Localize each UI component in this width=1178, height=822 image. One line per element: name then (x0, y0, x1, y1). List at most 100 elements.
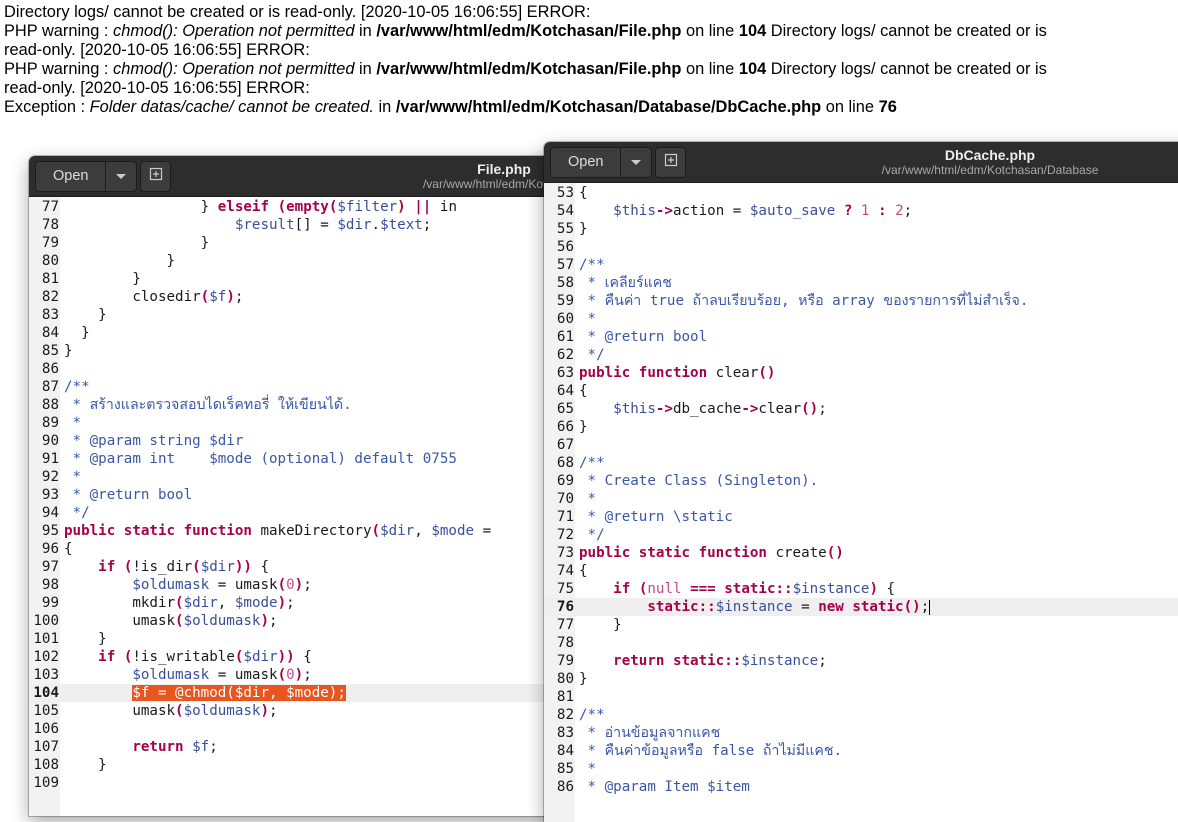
open-button[interactable]: Open (550, 147, 653, 178)
code-line[interactable]: 99 mkdir($dir, $mode); (29, 594, 629, 612)
code-line[interactable]: 82 /** (544, 706, 1178, 724)
code-line[interactable]: 85 * (544, 760, 1178, 778)
chevron-down-icon[interactable] (106, 173, 136, 180)
code-line[interactable]: 55} (544, 220, 1178, 238)
code-line[interactable]: 54 $this->action = $auto_save ? 1 : 2; (544, 202, 1178, 220)
code-line[interactable]: 86 * @param Item $item (544, 778, 1178, 796)
code-line[interactable]: 83 } (29, 306, 629, 324)
line-number: 82 (556, 707, 574, 723)
code-line[interactable]: 96 { (29, 540, 629, 558)
code-line[interactable]: 90 * @param string $dir (29, 432, 629, 450)
code-line[interactable]: 70 * (544, 490, 1178, 508)
code-line[interactable]: 74 { (544, 562, 1178, 580)
code-line[interactable]: 78 $result[] = $dir.$text; (29, 216, 629, 234)
error-log-segment: 76 (878, 98, 897, 116)
code-text: closedir($f); (64, 288, 243, 306)
code-line[interactable]: 81 (544, 688, 1178, 706)
code-line[interactable]: 103 $oldumask = umask(0); (29, 666, 629, 684)
code-line[interactable]: 89 * (29, 414, 629, 432)
code-line[interactable]: 68 /** (544, 454, 1178, 472)
code-line[interactable]: 108 } (29, 756, 629, 774)
code-line[interactable]: 77 } elseif (empty($filter) || in (29, 198, 629, 216)
code-line[interactable]: 91 * @param int $mode (optional) default… (29, 450, 629, 468)
code-line[interactable]: 63 public function clear() (544, 364, 1178, 382)
code-line[interactable]: 97 if (!is_dir($dir)) { (29, 558, 629, 576)
code-line[interactable]: 106 (29, 720, 629, 738)
code-token: } (64, 325, 90, 341)
code-line[interactable]: 92 * (29, 468, 629, 486)
dbcache-php-editor-window[interactable]: Open DbCache.php /var/www/html/edm/Kotch… (544, 142, 1178, 822)
line-number: 103 (33, 667, 59, 683)
code-line[interactable]: 87 /** (29, 378, 629, 396)
code-line[interactable]: 107 return $f; (29, 738, 629, 756)
code-text: public static function makeDirectory($di… (64, 522, 491, 540)
code-token: [] = (294, 217, 338, 233)
code-line[interactable]: 81 } (29, 270, 629, 288)
code-token: } (579, 617, 622, 633)
code-editor[interactable]: 53 {54 $this->action = $auto_save ? 1 : 2… (544, 183, 1178, 822)
code-line[interactable]: 66} (544, 418, 1178, 436)
chevron-down-icon[interactable] (621, 159, 651, 166)
code-line[interactable]: 60 * (544, 310, 1178, 328)
code-line[interactable]: 94 */ (29, 504, 629, 522)
code-line[interactable]: 109 (29, 774, 629, 792)
code-line[interactable]: 53 { (544, 184, 1178, 202)
code-line[interactable]: 64 { (544, 382, 1178, 400)
code-line[interactable]: 86 (29, 360, 629, 378)
file-php-editor-window[interactable]: Open File.php /var/www/html/edm/Kotchasa… (29, 156, 629, 816)
code-line[interactable]: 79 return static::$instance; (544, 652, 1178, 670)
code-line[interactable]: 78 (544, 634, 1178, 652)
code-editor[interactable]: 77 } elseif (empty($filter) || in 78 $res… (29, 197, 629, 816)
line-number: 74 (556, 563, 574, 579)
code-token: 2 (895, 203, 904, 219)
code-line[interactable]: 80 } (29, 252, 629, 270)
code-line[interactable]: 82 closedir($f); (29, 288, 629, 306)
code-line[interactable]: 76 static::$instance = new static(); (544, 598, 1178, 616)
open-button[interactable]: Open (35, 161, 138, 192)
code-line[interactable]: 100 umask($oldumask); (29, 612, 629, 630)
code-line[interactable]: 85} (29, 342, 629, 360)
code-line[interactable]: 62 */ (544, 346, 1178, 364)
code-line[interactable]: 59 * คืนค่า true ถ้าลบเรียบร้อย, หรือ ar… (544, 292, 1178, 310)
code-line[interactable]: 84 * คืนค่าข้อมูลหรือ false ถ้าไม่มีแคช. (544, 742, 1178, 760)
code-line[interactable]: 75 if (null === static::$instance) { (544, 580, 1178, 598)
code-line[interactable]: 71 * @return \static (544, 508, 1178, 526)
code-line[interactable]: 95 public static function makeDirectory($… (29, 522, 629, 540)
code-line[interactable]: 80} (544, 670, 1178, 688)
code-line[interactable]: 61 * @return bool (544, 328, 1178, 346)
code-line[interactable]: 58 * เคลียร์แคช (544, 274, 1178, 292)
line-number: 96 (41, 541, 59, 557)
code-token: if (98, 649, 116, 665)
code-line[interactable]: 83 * อ่านข้อมูลจากแคช (544, 724, 1178, 742)
code-line[interactable]: 104 $f = @chmod($dir, $mode); (29, 684, 629, 702)
code-line[interactable]: 56 (544, 238, 1178, 256)
code-line[interactable]: 77 } (544, 616, 1178, 634)
code-line[interactable]: 72 */ (544, 526, 1178, 544)
code-line[interactable]: 67 (544, 436, 1178, 454)
code-token: :: (698, 599, 716, 615)
code-line[interactable]: 101 } (29, 630, 629, 648)
line-number: 98 (41, 577, 59, 593)
code-line[interactable]: 65 $this->db_cache->clear(); (544, 400, 1178, 418)
code-line[interactable]: 93 * @return bool (29, 486, 629, 504)
highlighted-error-code: $f = @chmod($dir, $mode); (132, 685, 346, 701)
code-token: } (64, 631, 107, 647)
code-line[interactable]: 57 /** (544, 256, 1178, 274)
code-text: } (64, 756, 107, 774)
code-line[interactable]: 105 umask($oldumask); (29, 702, 629, 720)
code-line[interactable]: 73 public static function create() (544, 544, 1178, 562)
code-line[interactable]: 84 } (29, 324, 629, 342)
code-token: $oldumask (132, 667, 210, 683)
new-tab-button[interactable] (655, 147, 686, 178)
code-line[interactable]: 98 $oldumask = umask(0); (29, 576, 629, 594)
line-number: 107 (33, 739, 59, 755)
code-line[interactable]: 79 } (29, 234, 629, 252)
code-line[interactable]: 69 * Create Class (Singleton). (544, 472, 1178, 490)
code-line[interactable]: 88 * สร้างและตรวจสอบไดเร็คทอรี่ ให้เขียน… (29, 396, 629, 414)
code-text: umask($oldumask); (64, 702, 277, 720)
new-tab-button[interactable] (140, 161, 171, 192)
code-line[interactable]: 102 if (!is_writable($dir)) { (29, 648, 629, 666)
code-token: /** (579, 257, 605, 273)
